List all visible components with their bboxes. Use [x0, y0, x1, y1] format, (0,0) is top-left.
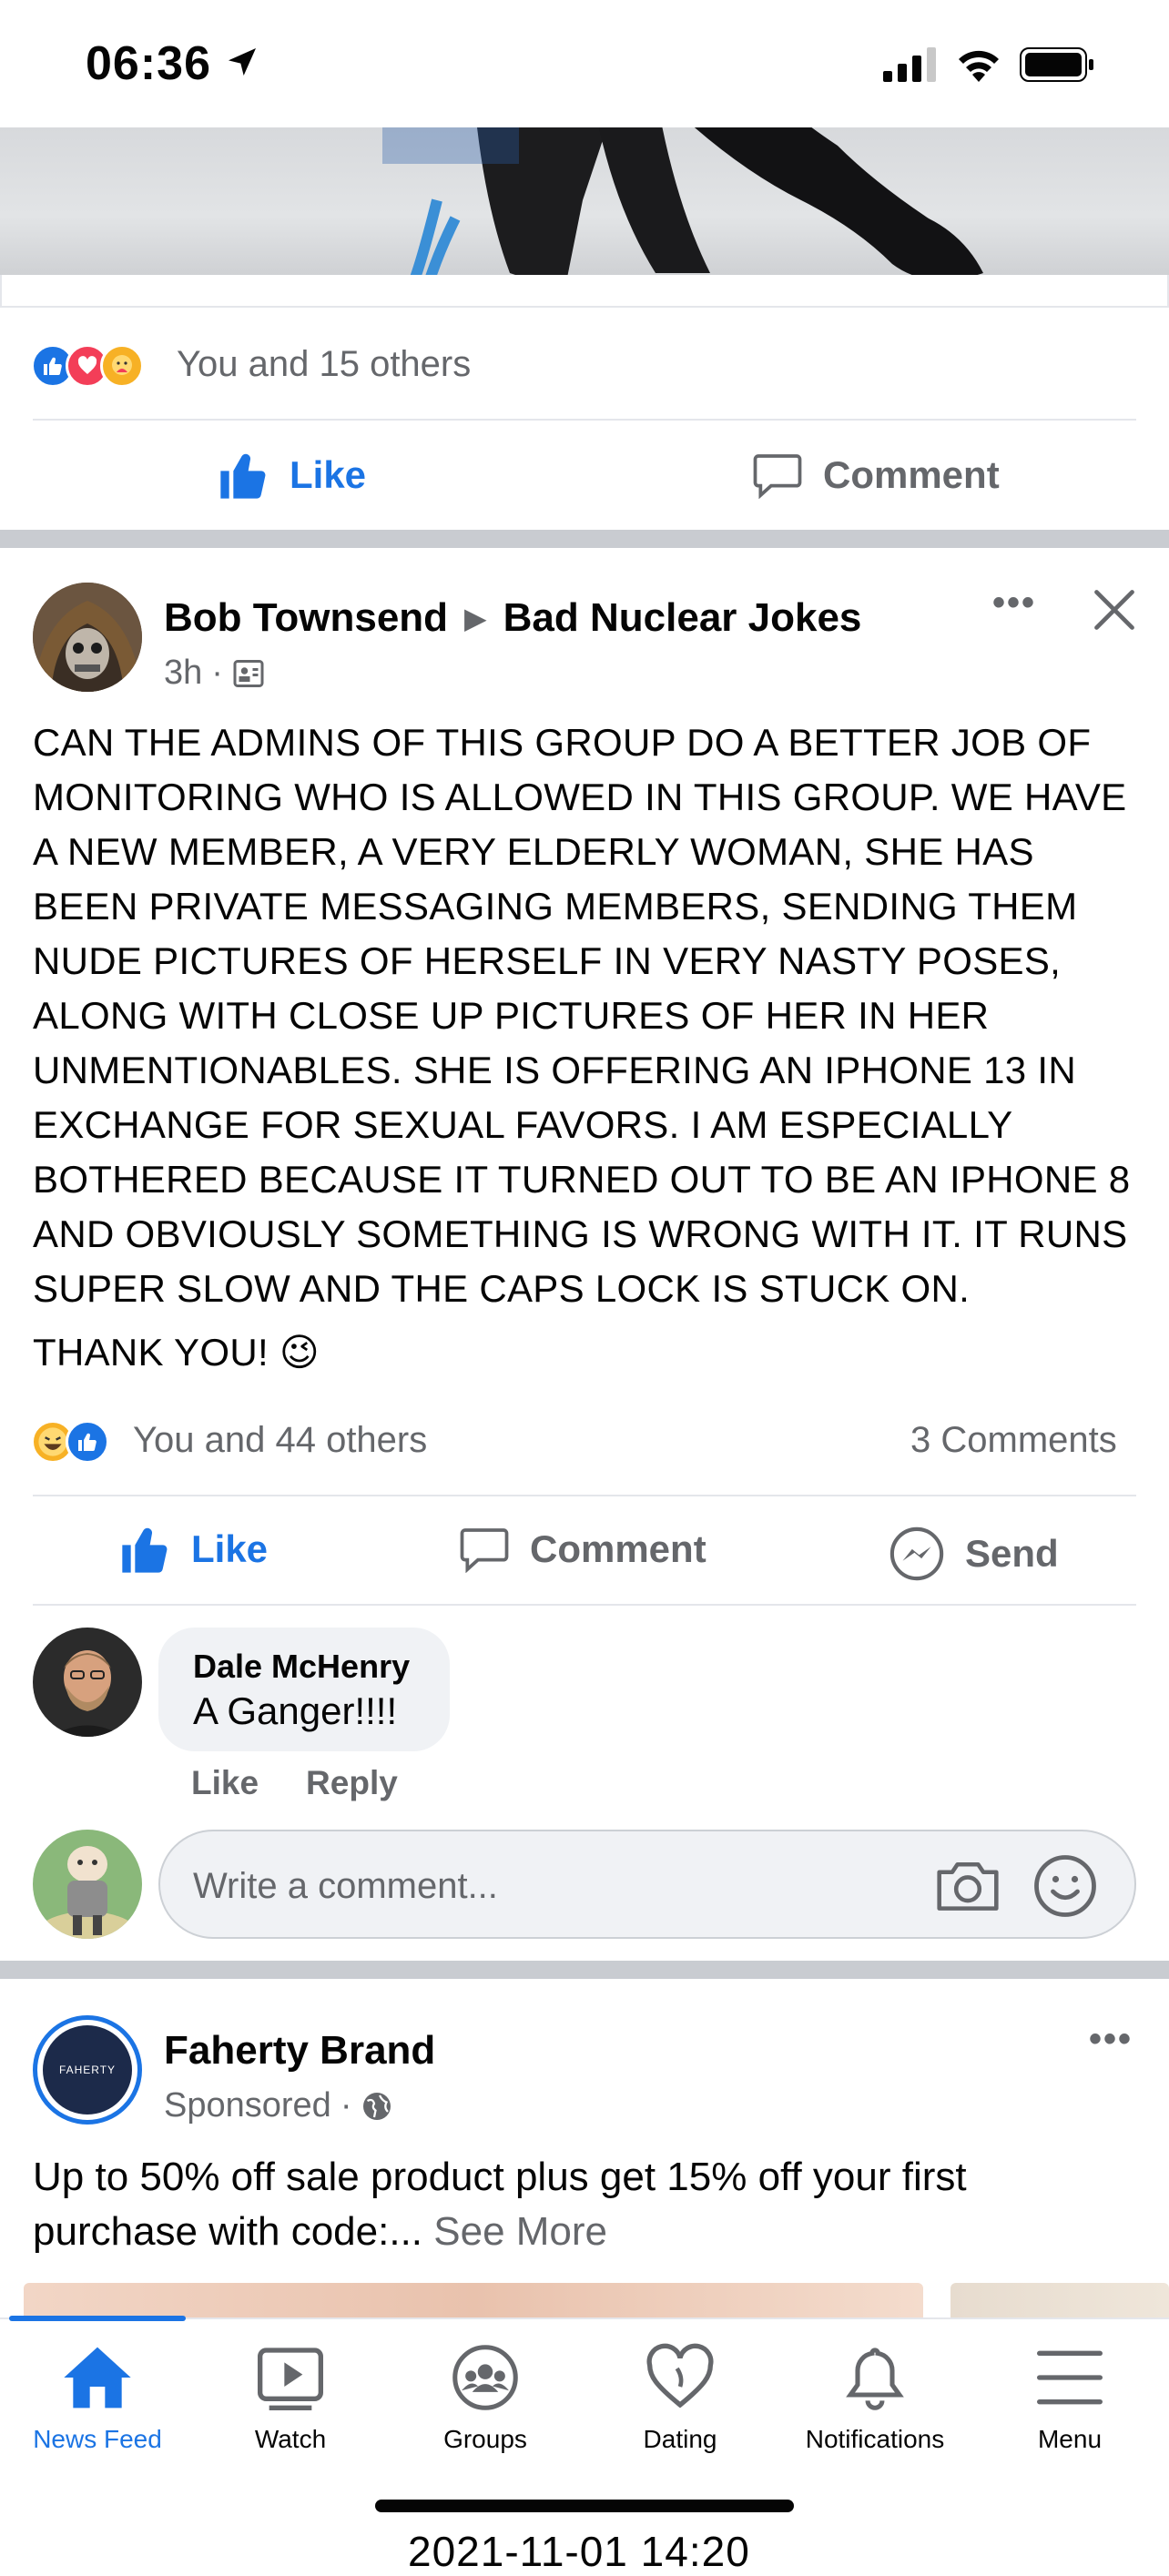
messenger-icon	[889, 1526, 944, 1581]
hamburger-icon	[1037, 2350, 1103, 2405]
tab-label: Dating	[643, 2425, 717, 2453]
ad-image[interactable]	[24, 2283, 923, 2319]
tab-label: News Feed	[33, 2425, 162, 2453]
arrow-right-icon: ▶	[464, 602, 487, 634]
write-comment-placeholder: Write a comment...	[193, 1866, 498, 1906]
divider	[33, 1604, 1136, 1606]
post-body: CAN THE ADMINS OF THIS GROUP DO A BETTER…	[33, 715, 1144, 1380]
camera-icon[interactable]	[934, 1855, 1001, 1915]
post-reactions[interactable]	[31, 1420, 109, 1464]
heart-icon	[646, 2343, 714, 2409]
author-name[interactable]: Bob Townsend	[164, 595, 448, 641]
comment-label: Comment	[530, 1527, 706, 1570]
post-separator	[0, 1961, 1169, 1979]
dog-photo	[382, 127, 983, 275]
post-like-button[interactable]: Like	[120, 1526, 268, 1573]
bell-icon	[846, 2348, 904, 2410]
close-icon[interactable]	[1091, 586, 1138, 634]
active-tab-indicator	[9, 2316, 186, 2321]
status-time: 06:36	[86, 37, 211, 90]
tab-label: Groups	[443, 2425, 527, 2453]
comment-bubble[interactable]: Dale McHenry A Ganger!!!!	[158, 1628, 450, 1751]
sponsor-logo: FAHERTY	[43, 2025, 132, 2115]
send-label: Send	[965, 1532, 1059, 1575]
previous-post-reaction-summary[interactable]: You and 15 others	[177, 344, 471, 385]
comment-reply-link[interactable]: Reply	[306, 1764, 398, 1802]
previous-post-like-button[interactable]: Like	[219, 451, 366, 499]
tab-watch[interactable]: Watch	[193, 2343, 388, 2454]
commenter-avatar[interactable]	[33, 1628, 142, 1737]
like-label: Like	[191, 1527, 269, 1570]
previous-post-reactions[interactable]	[31, 344, 144, 388]
location-arrow-icon	[229, 48, 256, 76]
like-reaction-icon	[66, 1420, 109, 1464]
tab-menu[interactable]: Menu	[972, 2343, 1167, 2454]
comment-text: A Ganger!!!!	[193, 1689, 398, 1732]
post-time[interactable]: 3h	[164, 654, 202, 693]
previous-post-comment-button[interactable]: Comment	[752, 451, 1000, 499]
home-indicator[interactable]	[375, 2500, 794, 2512]
post-meta: 3h ·	[164, 654, 265, 693]
divider	[33, 1495, 1136, 1496]
commenter-avatar-image	[33, 1628, 142, 1737]
author-avatar-image	[33, 583, 142, 692]
cellular-signal-icon	[883, 47, 936, 82]
groups-icon	[452, 2345, 518, 2410]
sponsor-meta: Sponsored ·	[164, 2086, 393, 2125]
sponsor-name[interactable]: Faherty Brand	[164, 2028, 435, 2074]
current-user-avatar-image	[33, 1830, 142, 1939]
play-icon	[258, 2348, 323, 2410]
comment-actions: Like Reply	[191, 1764, 398, 1802]
wifi-icon	[959, 50, 999, 82]
comment-icon	[753, 454, 802, 499]
status-bar: 06:36	[0, 0, 1169, 127]
tab-label: Notifications	[805, 2425, 945, 2453]
post-comment-count[interactable]: 3 Comments	[910, 1420, 1117, 1461]
write-comment-input[interactable]: Write a comment...	[158, 1830, 1136, 1939]
ad-text: Up to 50% off sale product plus get 15% …	[33, 2150, 1125, 2259]
post-more-options-icon[interactable]: •••	[992, 583, 1036, 624]
post-header-names: Bob Townsend ▶ Bad Nuclear Jokes	[164, 595, 861, 641]
sponsor-avatar[interactable]: FAHERTY	[33, 2015, 142, 2125]
like-label: Like	[290, 453, 367, 496]
home-icon	[64, 2347, 131, 2409]
previous-post-image-frame	[0, 275, 1169, 308]
group-privacy-icon	[233, 659, 264, 687]
tab-label: Watch	[254, 2425, 327, 2453]
sponsor-logo-text: FAHERTY	[58, 2064, 117, 2076]
post-send-button[interactable]: Send	[889, 1526, 1059, 1582]
emoji-icon[interactable]	[1032, 1853, 1098, 1919]
current-user-avatar[interactable]	[33, 1830, 142, 1939]
battery-icon	[1020, 47, 1093, 82]
sponsored-label: Sponsored	[164, 2086, 331, 2125]
bottom-tab-bar: News Feed Watch Groups Dating Notificati…	[0, 2316, 1169, 2576]
comment-icon	[460, 1528, 509, 1573]
post-reaction-summary[interactable]: You and 44 others	[133, 1420, 427, 1461]
group-name[interactable]: Bad Nuclear Jokes	[503, 595, 862, 641]
globe-icon	[363, 2092, 391, 2120]
tab-notifications[interactable]: Notifications	[778, 2343, 972, 2454]
thumbs-up-icon	[220, 453, 266, 499]
screenshot-timestamp: 2021-11-01 14:20	[408, 2528, 750, 2575]
post-comment-button[interactable]: Comment	[459, 1526, 706, 1573]
sponsor-more-options-icon[interactable]: •••	[1089, 2019, 1133, 2060]
previous-post-image[interactable]	[0, 127, 1169, 275]
tab-groups[interactable]: Groups	[388, 2343, 583, 2454]
comment-label: Comment	[823, 453, 1000, 496]
tab-news-feed[interactable]: News Feed	[0, 2343, 195, 2454]
care-reaction-icon	[100, 344, 144, 388]
tab-label: Menu	[1037, 2425, 1103, 2453]
divider	[33, 419, 1136, 421]
post-separator	[0, 530, 1169, 548]
post-body-text: CAN THE ADMINS OF THIS GROUP DO A BETTER…	[33, 721, 1131, 1310]
ad-image-next[interactable]	[950, 2283, 1169, 2319]
author-avatar[interactable]	[33, 583, 142, 692]
thumbs-up-icon	[122, 1527, 168, 1573]
comment-like-link[interactable]: Like	[191, 1764, 259, 1802]
see-more-link[interactable]: See More	[433, 2209, 607, 2254]
tab-dating[interactable]: Dating	[583, 2343, 778, 2454]
post-sign-off: THANK YOU! 😉	[33, 1331, 320, 1374]
comment-author[interactable]: Dale McHenry	[193, 1648, 415, 1686]
